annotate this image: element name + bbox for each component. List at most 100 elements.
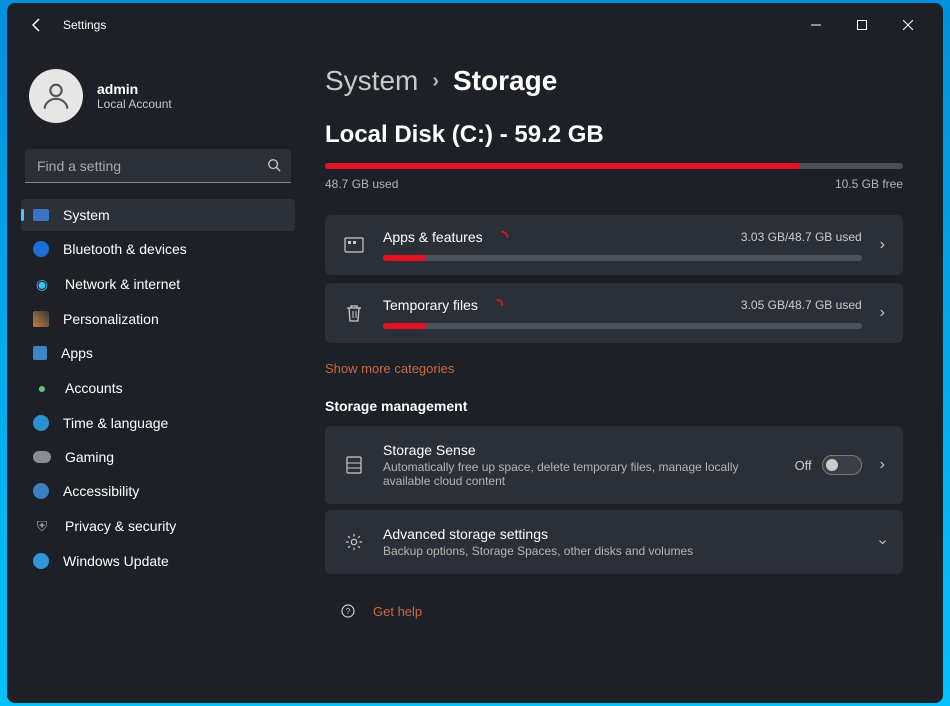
help-icon: ? (337, 600, 359, 622)
minimize-button[interactable] (793, 9, 839, 41)
show-more-link[interactable]: Show more categories (325, 361, 454, 376)
profile-block[interactable]: admin Local Account (17, 55, 299, 145)
search-input[interactable] (25, 149, 291, 183)
trash-icon (343, 302, 365, 324)
category-bar (383, 255, 862, 261)
category-size: 3.03 GB/48.7 GB used (741, 230, 862, 244)
profile-name: admin (97, 81, 172, 97)
arrow-left-icon (29, 17, 45, 33)
chevron-right-icon: › (880, 456, 885, 474)
nav-label: Personalization (63, 311, 159, 327)
loading-spinner-icon (495, 230, 509, 244)
disk-free: 10.5 GB free (835, 177, 903, 191)
storage-management-heading: Storage management (325, 398, 903, 414)
search-wrap (25, 149, 291, 183)
close-button[interactable] (885, 9, 931, 41)
help-row: ? Get help (325, 580, 903, 622)
minimize-icon (811, 20, 821, 30)
person-icon: ● (33, 379, 51, 397)
disk-meta: 48.7 GB used 10.5 GB free (325, 177, 903, 191)
category-title: Apps & features (383, 229, 483, 245)
gamepad-icon (33, 451, 51, 463)
brush-icon (33, 311, 49, 327)
disk-used: 48.7 GB used (325, 177, 398, 191)
nav: System Bluetooth & devices ◉ Network & i… (17, 199, 299, 577)
category-bar (383, 323, 862, 329)
chevron-right-icon: › (432, 70, 439, 93)
category-temporary-files[interactable]: Temporary files 3.05 GB/48.7 GB used › (325, 283, 903, 343)
main-content: System › Storage Local Disk (C:) - 59.2 … (307, 47, 943, 703)
category-apps-features[interactable]: Apps & features 3.03 GB/48.7 GB used › (325, 215, 903, 275)
category-header: Apps & features 3.03 GB/48.7 GB used (383, 229, 862, 245)
sidebar-item-time[interactable]: Time & language (21, 407, 295, 439)
nav-label: Privacy & security (65, 518, 176, 534)
nav-label: Accounts (65, 380, 123, 396)
svg-text:?: ? (346, 607, 351, 616)
category-size: 3.05 GB/48.7 GB used (741, 298, 862, 312)
globe-icon (33, 415, 49, 431)
sidebar-item-gaming[interactable]: Gaming (21, 441, 295, 473)
sidebar-item-accounts[interactable]: ● Accounts (21, 371, 295, 405)
get-help-link[interactable]: Get help (373, 604, 422, 619)
sidebar-item-apps[interactable]: Apps (21, 337, 295, 369)
advanced-storage-card[interactable]: Advanced storage settings Backup options… (325, 510, 903, 574)
window-controls (793, 9, 931, 41)
disk-title: Local Disk (C:) - 59.2 GB (325, 121, 903, 149)
storage-icon (343, 454, 365, 476)
nav-label: Bluetooth & devices (63, 241, 187, 257)
loading-spinner-icon (490, 298, 504, 312)
nav-label: System (63, 207, 110, 223)
back-button[interactable] (19, 7, 55, 43)
sidebar-item-network[interactable]: ◉ Network & internet (21, 267, 295, 301)
settings-window: Settings admin Local Account (7, 3, 943, 703)
sidebar-item-privacy[interactable]: ⛨ Privacy & security (21, 509, 295, 543)
card-desc: Automatically free up space, delete temp… (383, 460, 777, 488)
nav-label: Time & language (63, 415, 168, 431)
breadcrumb-parent[interactable]: System (325, 65, 418, 97)
maximize-button[interactable] (839, 9, 885, 41)
sidebar: admin Local Account System Bluetooth & d… (7, 47, 307, 703)
sidebar-item-accessibility[interactable]: Accessibility (21, 475, 295, 507)
sidebar-item-system[interactable]: System (21, 199, 295, 231)
nav-label: Network & internet (65, 276, 180, 292)
wifi-icon: ◉ (33, 275, 51, 293)
sidebar-item-update[interactable]: Windows Update (21, 545, 295, 577)
apps-grid-icon (343, 234, 365, 256)
avatar (29, 69, 83, 123)
apps-icon (33, 346, 47, 360)
titlebar: Settings (7, 3, 943, 47)
app-title: Settings (63, 18, 106, 32)
chevron-down-icon: › (873, 539, 891, 544)
accessibility-icon (33, 483, 49, 499)
window-body: admin Local Account System Bluetooth & d… (7, 47, 943, 703)
gear-icon (343, 531, 365, 553)
storage-sense-card[interactable]: Storage Sense Automatically free up spac… (325, 426, 903, 504)
nav-label: Apps (61, 345, 93, 361)
toggle-label: Off (795, 458, 812, 473)
category-bar-fill (383, 255, 426, 261)
profile-sub: Local Account (97, 97, 172, 111)
category-bar-fill (383, 323, 426, 329)
user-icon (39, 79, 73, 113)
disk-usage-fill (325, 163, 799, 169)
maximize-icon (857, 20, 867, 30)
shield-icon: ⛨ (33, 517, 51, 535)
card-title: Storage Sense (383, 442, 777, 458)
chevron-right-icon: › (880, 236, 885, 254)
nav-label: Gaming (65, 449, 114, 465)
category-body: Temporary files 3.05 GB/48.7 GB used (383, 297, 862, 329)
update-icon (33, 553, 49, 569)
bluetooth-icon (33, 241, 49, 257)
toggle-wrap: Off (795, 455, 862, 475)
search-icon (267, 158, 281, 177)
monitor-icon (33, 209, 49, 221)
storage-sense-toggle[interactable] (822, 455, 862, 475)
card-text: Advanced storage settings Backup options… (383, 526, 862, 558)
breadcrumb-current: Storage (453, 65, 557, 97)
sidebar-item-bluetooth[interactable]: Bluetooth & devices (21, 233, 295, 265)
sidebar-item-personalization[interactable]: Personalization (21, 303, 295, 335)
chevron-right-icon: › (880, 304, 885, 322)
nav-label: Accessibility (63, 483, 139, 499)
close-icon (903, 20, 913, 30)
card-title: Advanced storage settings (383, 526, 862, 542)
